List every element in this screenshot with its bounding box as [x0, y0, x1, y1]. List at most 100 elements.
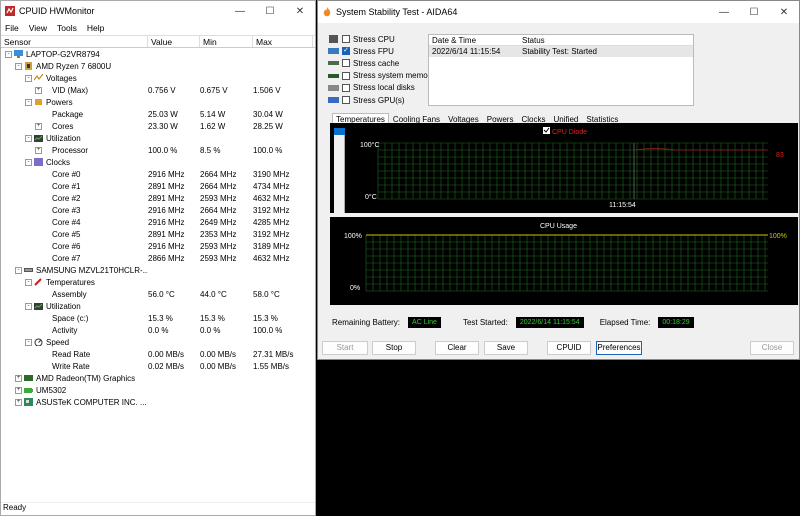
temp-time-label: 11:15:54	[609, 202, 636, 209]
minimize-icon[interactable]: —	[225, 6, 255, 17]
sensor-row[interactable]: Package 25.03 W 5.14 W 30.04 W	[1, 108, 315, 120]
expand-icon[interactable]: +	[15, 386, 22, 394]
collapse-icon[interactable]: -	[25, 302, 32, 310]
sensor-row[interactable]: - Speed	[1, 336, 315, 348]
collapse-icon[interactable]: -	[25, 278, 32, 286]
sensor-min: 2664 MHz	[200, 205, 237, 215]
collapse-icon[interactable]: -	[25, 134, 32, 142]
sensor-row[interactable]: Assembly 56.0 °C 44.0 °C 58.0 °C	[1, 288, 315, 300]
sensor-row[interactable]: Space (c:) 15.3 % 15.3 % 15.3 %	[1, 312, 315, 324]
log-row[interactable]: 2022/6/14 11:15:54 Stability Test: Start…	[429, 46, 693, 57]
save-button[interactable]: Save	[484, 341, 528, 355]
sensor-row[interactable]: + ASUSTeK COMPUTER INC. ...	[1, 396, 315, 408]
preferences-button[interactable]: Preferences	[596, 341, 642, 355]
column-value[interactable]: Value	[148, 36, 200, 47]
stress-checkbox[interactable]	[342, 96, 350, 105]
sensor-row[interactable]: - Voltages	[1, 72, 315, 84]
action-buttons: Start Stop Clear Save CPUID Preferences …	[322, 341, 798, 357]
sensor-row[interactable]: Core #3 2916 MHz 2664 MHz 3192 MHz	[1, 204, 315, 216]
sensor-row[interactable]: Activity 0.0 % 0.0 % 100.0 %	[1, 324, 315, 336]
sensor-value: 2916 MHz	[148, 241, 185, 251]
graph-scrollbar[interactable]	[334, 128, 345, 213]
sensor-max: 27.31 MB/s	[253, 349, 294, 359]
collapse-icon[interactable]: -	[25, 98, 32, 106]
column-sensor[interactable]: Sensor	[1, 36, 148, 47]
close-icon[interactable]: ✕	[769, 7, 799, 18]
sensor-row[interactable]: Core #5 2891 MHz 2353 MHz 3192 MHz	[1, 228, 315, 240]
menu-file[interactable]: File	[5, 23, 19, 33]
sensor-max: 4632 MHz	[253, 193, 290, 203]
stress-checkbox[interactable]	[342, 83, 350, 92]
sensor-row[interactable]: Core #4 2916 MHz 2649 MHz 4285 MHz	[1, 216, 315, 228]
collapse-icon[interactable]: -	[25, 338, 32, 346]
sensor-row[interactable]: - SAMSUNG MZVL21T0HCLR-...	[1, 264, 315, 276]
close-icon[interactable]: ✕	[285, 6, 315, 17]
stress-checkbox[interactable]	[342, 35, 350, 44]
sensor-min: 2353 MHz	[200, 229, 237, 239]
sensor-row[interactable]: Core #6 2916 MHz 2593 MHz 3189 MHz	[1, 240, 315, 252]
graph-scroll-thumb[interactable]	[334, 128, 345, 135]
expand-icon[interactable]: +	[35, 86, 42, 94]
clear-button[interactable]: Clear	[435, 341, 479, 355]
sensor-row[interactable]: Core #7 2866 MHz 2593 MHz 4632 MHz	[1, 252, 315, 264]
expand-icon[interactable]: +	[15, 374, 22, 382]
memory-icon	[328, 72, 339, 80]
sensor-row[interactable]: Write Rate 0.02 MB/s 0.00 MB/s 1.55 MB/s	[1, 360, 315, 372]
menu-tools[interactable]: Tools	[57, 23, 77, 33]
sensor-row[interactable]: Core #2 2891 MHz 2593 MHz 4632 MHz	[1, 192, 315, 204]
collapse-icon[interactable]: -	[15, 62, 22, 70]
collapse-icon[interactable]: -	[15, 266, 22, 274]
sensor-name: Space (c:)	[52, 313, 89, 323]
menu-help[interactable]: Help	[87, 23, 104, 33]
close-button[interactable]: Close	[750, 341, 794, 355]
minimize-icon[interactable]: —	[709, 7, 739, 18]
expand-icon[interactable]: +	[35, 122, 42, 130]
cpu-diode-legend: CPU Diode	[552, 129, 587, 136]
stress-checkbox[interactable]: ✓	[342, 47, 350, 56]
stress-label: Stress GPU(s)	[353, 95, 405, 105]
expand-icon[interactable]: +	[35, 146, 42, 154]
sensor-value: 2891 MHz	[148, 193, 185, 203]
stress-option[interactable]: Stress local disks	[328, 82, 434, 94]
stress-checkbox[interactable]	[342, 71, 350, 80]
sensor-name: UM5302	[36, 385, 67, 395]
sensor-row[interactable]: Core #1 2891 MHz 2664 MHz 4734 MHz	[1, 180, 315, 192]
maximize-icon[interactable]: ☐	[255, 6, 285, 17]
expand-icon[interactable]: +	[15, 398, 22, 406]
sensor-name: Write Rate	[52, 361, 90, 371]
stress-checkbox[interactable]	[342, 59, 350, 68]
sensor-row[interactable]: - Temperatures	[1, 276, 315, 288]
stress-option[interactable]: Stress GPU(s)	[328, 94, 434, 106]
stress-option[interactable]: Stress CPU	[328, 33, 434, 45]
sensor-row[interactable]: - LAPTOP-G2VR8794	[1, 48, 315, 60]
sensor-row[interactable]: - AMD Ryzen 7 6800U	[1, 60, 315, 72]
sensor-row[interactable]: - Utilization	[1, 132, 315, 144]
elapsed-time-value: 00:18:29	[658, 317, 694, 328]
sensor-row[interactable]: + Cores 23.30 W 1.62 W 28.25 W	[1, 120, 315, 132]
sensor-row[interactable]: - Clocks	[1, 156, 315, 168]
sensor-row[interactable]: Read Rate 0.00 MB/s 0.00 MB/s 27.31 MB/s	[1, 348, 315, 360]
start-button[interactable]: Start	[322, 341, 368, 355]
sensor-row[interactable]: + UM5302	[1, 384, 315, 396]
stress-options: Stress CPU ✓ Stress FPU Stress cache Stress …	[328, 33, 434, 106]
stop-button[interactable]: Stop	[372, 341, 416, 355]
menu-view[interactable]: View	[29, 23, 47, 33]
sensor-row[interactable]: + VID (Max) 0.756 V 0.675 V 1.506 V	[1, 84, 315, 96]
collapse-icon[interactable]: -	[25, 158, 32, 166]
cpuid-button[interactable]: CPUID	[547, 341, 591, 355]
stress-option[interactable]: Stress cache	[328, 57, 434, 69]
collapse-icon[interactable]: -	[25, 74, 32, 82]
sensor-row[interactable]: - Utilization	[1, 300, 315, 312]
stress-label: Stress CPU	[353, 34, 395, 44]
sensor-row[interactable]: Core #0 2916 MHz 2664 MHz 3190 MHz	[1, 168, 315, 180]
collapse-icon[interactable]: -	[5, 50, 12, 58]
sensor-row[interactable]: + AMD Radeon(TM) Graphics	[1, 372, 315, 384]
test-started-value: 2022/6/14 11:15:54	[515, 317, 584, 328]
stress-option[interactable]: Stress system memory	[328, 70, 434, 82]
sensor-row[interactable]: + Processor 100.0 % 8.5 % 100.0 %	[1, 144, 315, 156]
column-min[interactable]: Min	[200, 36, 253, 47]
maximize-icon[interactable]: ☐	[739, 7, 769, 18]
sensor-row[interactable]: - Powers	[1, 96, 315, 108]
stress-option[interactable]: ✓ Stress FPU	[328, 45, 434, 57]
column-max[interactable]: Max	[253, 36, 313, 47]
